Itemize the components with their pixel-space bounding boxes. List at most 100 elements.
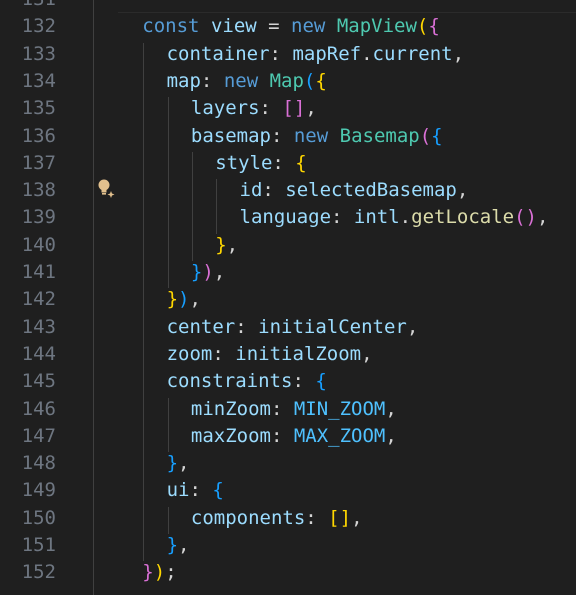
- code-token: ,: [385, 397, 397, 420]
- code-token: :: [270, 397, 294, 420]
- code-token: :: [262, 179, 286, 202]
- code-line[interactable]: container: mapRef.current,: [167, 43, 464, 65]
- line-number: 151: [21, 534, 56, 556]
- code-token: {: [212, 479, 224, 502]
- code-line[interactable]: basemap: new Basemap({: [191, 125, 443, 147]
- line-number: 145: [21, 370, 56, 393]
- line-number: 142: [21, 288, 56, 311]
- code-token: maxZoom: [190, 424, 271, 447]
- code-token: :: [189, 479, 213, 502]
- code-token: }: [166, 452, 179, 475]
- code-token: ,: [385, 424, 397, 447]
- current-line-border: [118, 12, 576, 13]
- code-token: .: [399, 206, 412, 229]
- code-token: {: [315, 370, 327, 393]
- code-line[interactable]: });: [142, 561, 176, 583]
- code-token: :: [270, 124, 294, 147]
- code-token: initialZoom: [235, 342, 362, 365]
- lightbulb-sparkle-icon[interactable]: [96, 178, 116, 200]
- code-token: ,: [406, 315, 419, 338]
- code-token: MAX_ZOOM: [293, 424, 386, 447]
- line-number: 152: [21, 561, 56, 584]
- code-token: }: [166, 288, 179, 311]
- code-token: const: [142, 15, 200, 38]
- code-token: :: [212, 342, 236, 365]
- indent-guide: [167, 97, 169, 289]
- code-token: new: [223, 69, 259, 92]
- code-line[interactable]: zoom: initialZoom,: [167, 343, 373, 365]
- line-number: 144: [21, 342, 56, 365]
- code-token: intl: [353, 206, 400, 229]
- code-line[interactable]: components: [],: [191, 507, 363, 529]
- code-token: :: [259, 97, 283, 120]
- code-token: ,: [178, 534, 190, 556]
- line-number: 132: [21, 15, 56, 38]
- indent-guide: [167, 397, 169, 453]
- code-token: ,: [536, 206, 549, 229]
- indent-guide: [191, 151, 193, 261]
- line-number: 147: [21, 424, 56, 447]
- code-token: Basemap: [339, 124, 420, 147]
- code-line[interactable]: style: {: [215, 152, 307, 174]
- code-token: }: [215, 233, 227, 256]
- code-token: zoom: [166, 342, 213, 365]
- code-token: (): [514, 206, 537, 229]
- line-number: 134: [21, 69, 56, 92]
- code-token: (: [303, 69, 316, 92]
- code-token: ): [202, 261, 214, 283]
- code-token: =: [256, 15, 292, 38]
- line-number: 138: [21, 179, 56, 202]
- code-line[interactable]: id: selectedBasemap,: [240, 179, 469, 201]
- indent-guide: [216, 179, 218, 234]
- line-number: 148: [21, 452, 56, 475]
- code-token: :: [269, 42, 293, 65]
- code-token: selectedBasemap: [285, 179, 457, 202]
- code-line[interactable]: }),: [191, 261, 225, 283]
- code-token: MIN_ZOOM: [293, 397, 386, 420]
- code-token: MapView: [336, 15, 417, 38]
- code-token: []: [328, 506, 352, 529]
- line-number: 131: [0, 0, 56, 10]
- code-line[interactable]: center: initialCenter,: [167, 316, 419, 338]
- code-token: minZoom: [190, 397, 271, 420]
- code-token: ,: [305, 97, 317, 120]
- code-token: :: [292, 370, 316, 393]
- folding-gutter-divider: [93, 0, 94, 595]
- code-line[interactable]: maxZoom: MAX_ZOOM,: [191, 425, 397, 447]
- code-line[interactable]: },: [167, 534, 190, 556]
- code-line[interactable]: }),: [167, 288, 201, 310]
- code-token: }: [142, 561, 154, 584]
- line-number: 139: [21, 206, 56, 229]
- code-token: ;: [165, 561, 177, 584]
- code-token: center: [166, 315, 236, 338]
- code-line[interactable]: minZoom: MIN_ZOOM,: [191, 398, 397, 420]
- line-number: 136: [21, 124, 56, 147]
- code-token: container: [166, 42, 270, 65]
- code-line[interactable]: },: [215, 234, 238, 256]
- code-token: id: [239, 179, 263, 202]
- indent-guide: [167, 506, 169, 534]
- indent-guide: [143, 42, 145, 562]
- code-line[interactable]: map: new Map({: [167, 70, 327, 92]
- code-token: components: [190, 506, 306, 529]
- code-line[interactable]: constraints: {: [167, 370, 327, 392]
- code-token: :: [272, 151, 296, 174]
- code-token: getLocale: [411, 206, 515, 229]
- code-token: (: [419, 124, 432, 147]
- code-token: initialCenter: [258, 315, 407, 338]
- code-token: ui: [166, 479, 190, 502]
- code-line[interactable]: ui: {: [167, 479, 224, 501]
- code-token: new: [291, 15, 326, 38]
- code-line[interactable]: const view = new MapView({: [142, 15, 440, 37]
- code-editor[interactable]: 131 132 133 134 135 136 137 138 139 140 141 142 143 1…: [0, 0, 576, 595]
- code-token: mapRef: [292, 42, 362, 65]
- code-token: ,: [452, 42, 465, 65]
- code-line[interactable]: layers: [],: [191, 97, 317, 119]
- code-line[interactable]: language: intl.getLocale(),: [240, 206, 549, 228]
- code-line[interactable]: },: [167, 452, 190, 474]
- code-token: ,: [178, 452, 190, 475]
- code-token: .: [361, 42, 373, 65]
